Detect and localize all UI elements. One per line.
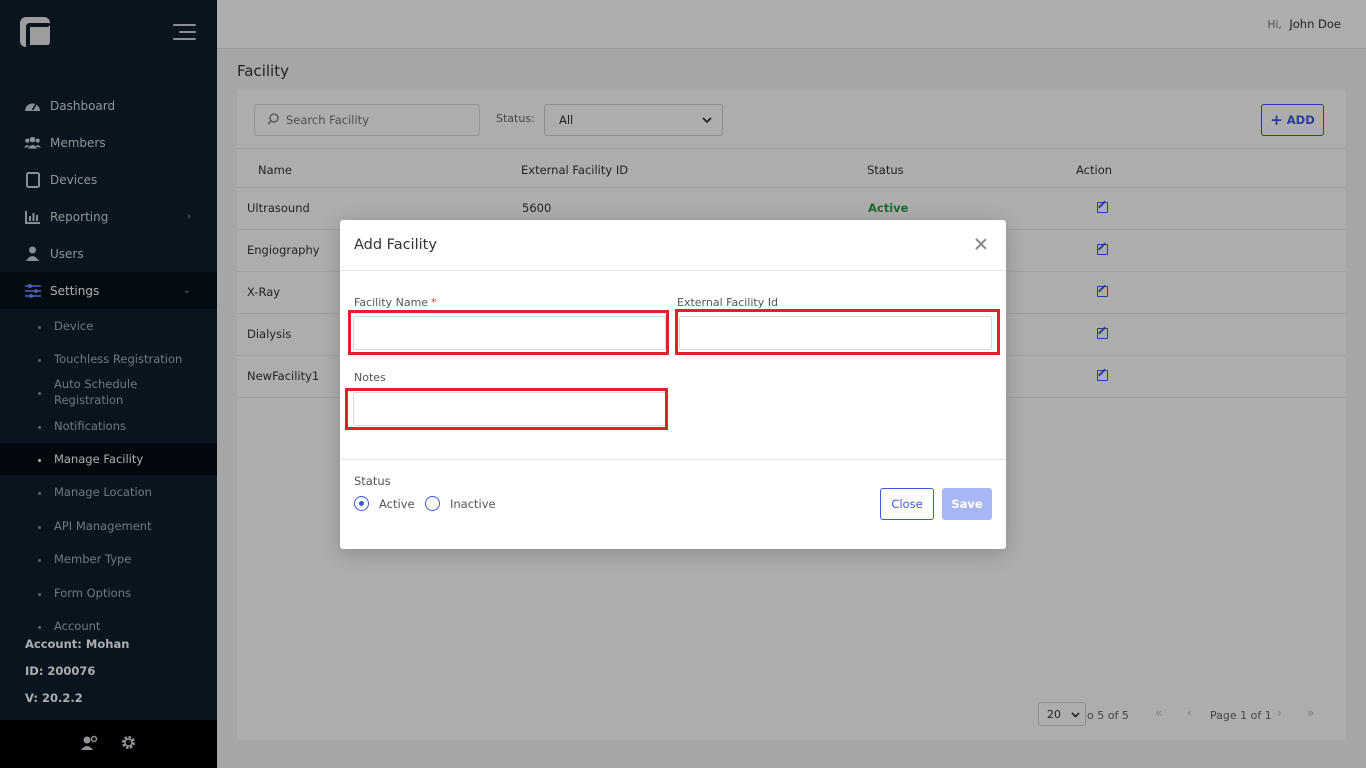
required-marker: * (431, 296, 437, 309)
add-facility-modal: Add Facility Facility Name * External Fac… (340, 220, 1006, 549)
radio-unchecked-icon (425, 496, 440, 511)
status-active-label: Active (379, 496, 415, 511)
status-label: Status (354, 474, 391, 488)
notes-input[interactable] (353, 392, 666, 426)
modal-divider (340, 459, 1006, 460)
facility-name-label-text: Facility Name (354, 296, 429, 309)
close-icon[interactable] (974, 237, 988, 251)
external-facility-id-input[interactable] (679, 316, 992, 350)
status-inactive-radio[interactable]: Inactive (425, 496, 496, 511)
radio-checked-icon (354, 496, 369, 511)
facility-name-label: Facility Name * (354, 296, 437, 309)
modal-header: Add Facility (340, 220, 1006, 271)
status-active-radio[interactable]: Active (354, 496, 415, 511)
external-facility-id-label: External Facility Id (677, 296, 778, 309)
notes-label: Notes (354, 371, 386, 384)
save-button[interactable]: Save (942, 488, 992, 520)
facility-name-input[interactable] (353, 316, 666, 350)
status-inactive-label: Inactive (450, 496, 496, 511)
close-button[interactable]: Close (880, 488, 934, 520)
modal-title: Add Facility (354, 237, 437, 253)
